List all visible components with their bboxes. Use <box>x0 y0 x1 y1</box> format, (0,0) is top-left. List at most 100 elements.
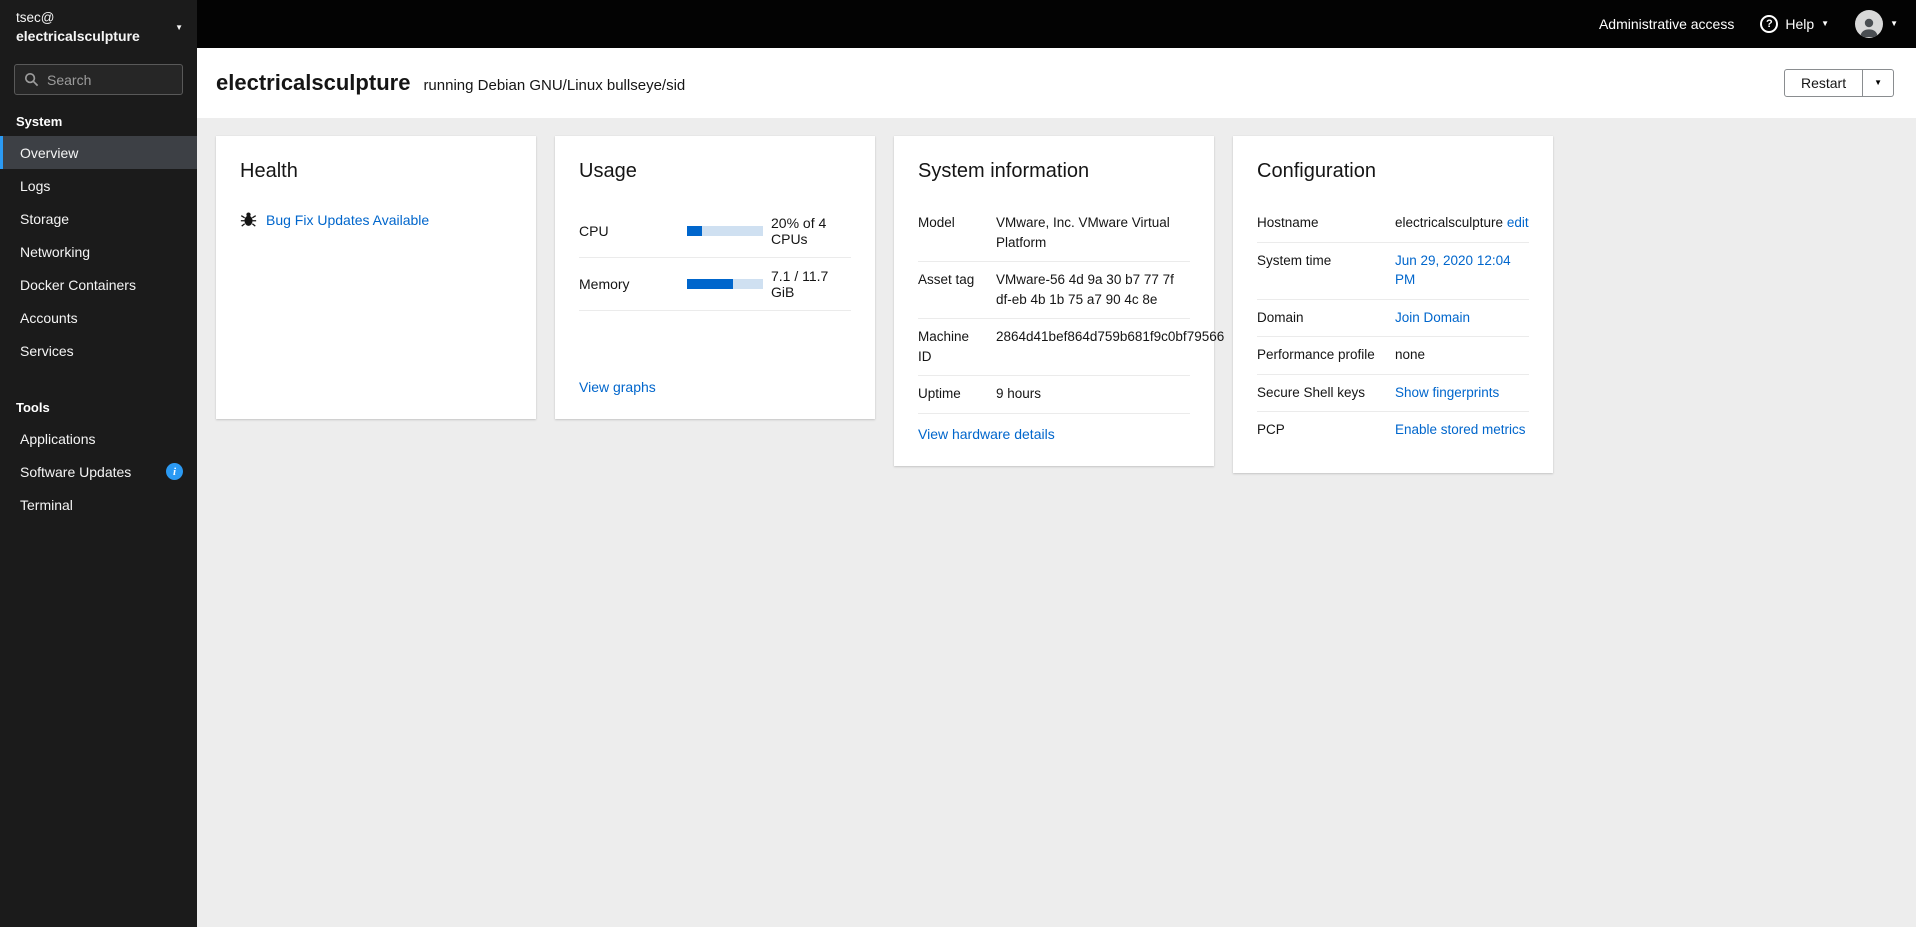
sidebar-item-docker-containers[interactable]: Docker Containers <box>0 268 197 301</box>
asset-tag-label: Asset tag <box>918 272 975 288</box>
machine-id-row: Machine ID 2864d41bef864d759b681f9c0bf79… <box>918 319 1224 377</box>
cpu-progress-bar <box>687 226 763 236</box>
domain-label: Domain <box>1257 309 1304 325</box>
model-row: Model VMware, Inc. VMware Virtual Platfo… <box>918 205 1190 263</box>
page-header: electricalsculpture running Debian GNU/L… <box>197 48 1916 118</box>
cpu-label: CPU <box>579 223 609 239</box>
join-domain-link[interactable]: Join Domain <box>1395 310 1470 325</box>
memory-progress-fill <box>687 279 734 289</box>
chevron-down-icon: ▼ <box>1890 19 1898 28</box>
sidebar-item-label: Networking <box>20 243 91 260</box>
performance-profile-value: none <box>1395 347 1426 363</box>
memory-value: 7.1 / 11.7 GiB <box>771 268 829 300</box>
memory-progress-bar <box>687 279 763 289</box>
sidebar-item-label: Accounts <box>20 309 78 326</box>
secure-shell-keys-label: Secure Shell keys <box>1257 384 1366 400</box>
show-fingerprints-link[interactable]: Show fingerprints <box>1395 385 1499 400</box>
system-time-label: System time <box>1257 252 1332 268</box>
system-time-row: System time Jun 29, 2020 12:04 PM <box>1257 243 1529 300</box>
sidebar-item-label: Software Updates <box>20 463 132 480</box>
sidebar-item-label: Services <box>20 342 74 359</box>
model-value: VMware, Inc. VMware Virtual Platform <box>996 215 1170 250</box>
administrative-access-label: Administrative access <box>1598 16 1735 32</box>
system-time-link[interactable]: Jun 29, 2020 12:04 PM <box>1395 253 1511 288</box>
hostname-row: Hostname electricalsculpture edit <box>1257 205 1529 243</box>
bug-icon <box>240 212 257 227</box>
sidebar-section-tools: Tools <box>16 400 50 416</box>
host-user: tsec@ <box>16 10 55 25</box>
view-graphs-link[interactable]: View graphs <box>579 379 851 395</box>
help-menu-button[interactable]: ? Help ▼ <box>1760 15 1829 33</box>
hostname-value-wrap: electricalsculpture edit <box>1395 213 1529 233</box>
sidebar-item-label: Docker Containers <box>20 276 136 293</box>
help-icon: ? <box>1760 15 1779 33</box>
sidebar-item-services[interactable]: Services <box>0 334 197 367</box>
search-input[interactable] <box>14 64 183 96</box>
sidebar-item-overview[interactable]: Overview <box>0 136 197 170</box>
usage-card: Usage CPU 20% of 4 CPUs Memory 7.1 / 11.… <box>555 136 875 419</box>
sidebar-item-storage[interactable]: Storage <box>0 202 197 235</box>
hostname-value: electricalsculpture <box>1395 215 1504 230</box>
page-title: electricalsculpture running Debian GNU/L… <box>216 70 685 96</box>
tools-nav: Applications Software Updates i Terminal <box>0 422 197 521</box>
sidebar-item-networking[interactable]: Networking <box>0 235 197 268</box>
system-information-card-title: System information <box>918 160 1090 182</box>
sidebar-item-software-updates[interactable]: Software Updates i <box>0 455 197 488</box>
chevron-down-icon: ▼ <box>1874 78 1882 87</box>
cpu-progress-fill <box>687 226 703 236</box>
memory-usage-row: Memory 7.1 / 11.7 GiB <box>579 258 851 311</box>
bug-fix-updates-link[interactable]: Bug Fix Updates Available <box>266 212 429 228</box>
avatar <box>1855 10 1884 38</box>
session-menu-button[interactable]: ▼ <box>1855 10 1898 38</box>
masthead: Administrative access ? Help ▼ ▼ <box>0 0 1916 48</box>
chevron-down-icon: ▼ <box>1821 19 1830 28</box>
usage-card-title: Usage <box>579 160 637 182</box>
asset-tag-value: VMware-56 4d 9a 30 b7 77 7f df-eb 4b 1b … <box>996 272 1174 307</box>
sidebar-item-label: Applications <box>20 430 96 447</box>
uptime-row: Uptime 9 hours <box>918 376 1190 414</box>
enable-stored-metrics-link[interactable]: Enable stored metrics <box>1395 422 1526 437</box>
sidebar-item-label: Storage <box>20 210 70 227</box>
uptime-value: 9 hours <box>996 386 1042 402</box>
search-icon <box>24 72 39 90</box>
asset-tag-row: Asset tag VMware-56 4d 9a 30 b7 77 7f df… <box>918 262 1190 320</box>
health-card: Health Bug Fix Updates Available <box>216 136 536 419</box>
os-subtitle: running Debian GNU/Linux bullseye/sid <box>423 77 686 94</box>
model-label: Model <box>918 215 955 230</box>
restart-split-button: Restart ▼ <box>1783 69 1894 97</box>
secure-shell-keys-row: Secure Shell keys Show fingerprints <box>1257 375 1529 413</box>
memory-label: Memory <box>579 276 630 292</box>
cpu-value: 20% of 4 CPUs <box>771 215 827 247</box>
sidebar-item-label: Logs <box>20 177 51 194</box>
host-switcher[interactable]: tsec@ electricalsculpture ▼ <box>0 0 197 54</box>
sidebar-item-logs[interactable]: Logs <box>0 169 197 202</box>
view-hardware-details-link[interactable]: View hardware details <box>918 414 1190 442</box>
restart-button[interactable]: Restart <box>1783 69 1864 97</box>
overview-content: Health Bug Fix Updates Available Usage C… <box>197 118 1916 927</box>
health-card-title: Health <box>240 160 298 182</box>
sidebar-item-terminal[interactable]: Terminal <box>0 488 197 521</box>
sidebar-search <box>14 64 183 96</box>
machine-id-value: 2864d41bef864d759b681f9c0bf79566 <box>996 329 1225 345</box>
administrative-access-button[interactable]: Administrative access <box>1599 16 1734 32</box>
hostname-edit-link[interactable]: edit <box>1507 215 1529 230</box>
restart-dropdown-toggle[interactable]: ▼ <box>1863 69 1894 97</box>
configuration-card-title: Configuration <box>1257 160 1376 182</box>
info-badge-icon: i <box>166 463 183 481</box>
sidebar-item-accounts[interactable]: Accounts <box>0 301 197 334</box>
sidebar: tsec@ electricalsculpture ▼ System Overv… <box>0 0 197 927</box>
domain-row: Domain Join Domain <box>1257 300 1529 338</box>
sidebar-section-system: System <box>16 114 63 130</box>
configuration-card: Configuration Hostname electricalsculptu… <box>1233 136 1553 473</box>
host-name: electricalsculpture <box>16 28 140 45</box>
hostname-title: electricalsculpture <box>216 70 411 95</box>
sidebar-item-label: Overview <box>20 144 79 161</box>
sidebar-item-applications[interactable]: Applications <box>0 422 197 455</box>
performance-profile-label: Performance profile <box>1257 347 1375 363</box>
chevron-down-icon: ▼ <box>175 22 183 32</box>
help-label: Help <box>1785 16 1815 32</box>
pcp-label: PCP <box>1257 422 1285 438</box>
system-information-card: System information Model VMware, Inc. VM… <box>894 136 1224 466</box>
host-switcher-text: tsec@ electricalsculpture <box>16 9 175 46</box>
cpu-usage-row: CPU 20% of 4 CPUs <box>579 205 851 258</box>
